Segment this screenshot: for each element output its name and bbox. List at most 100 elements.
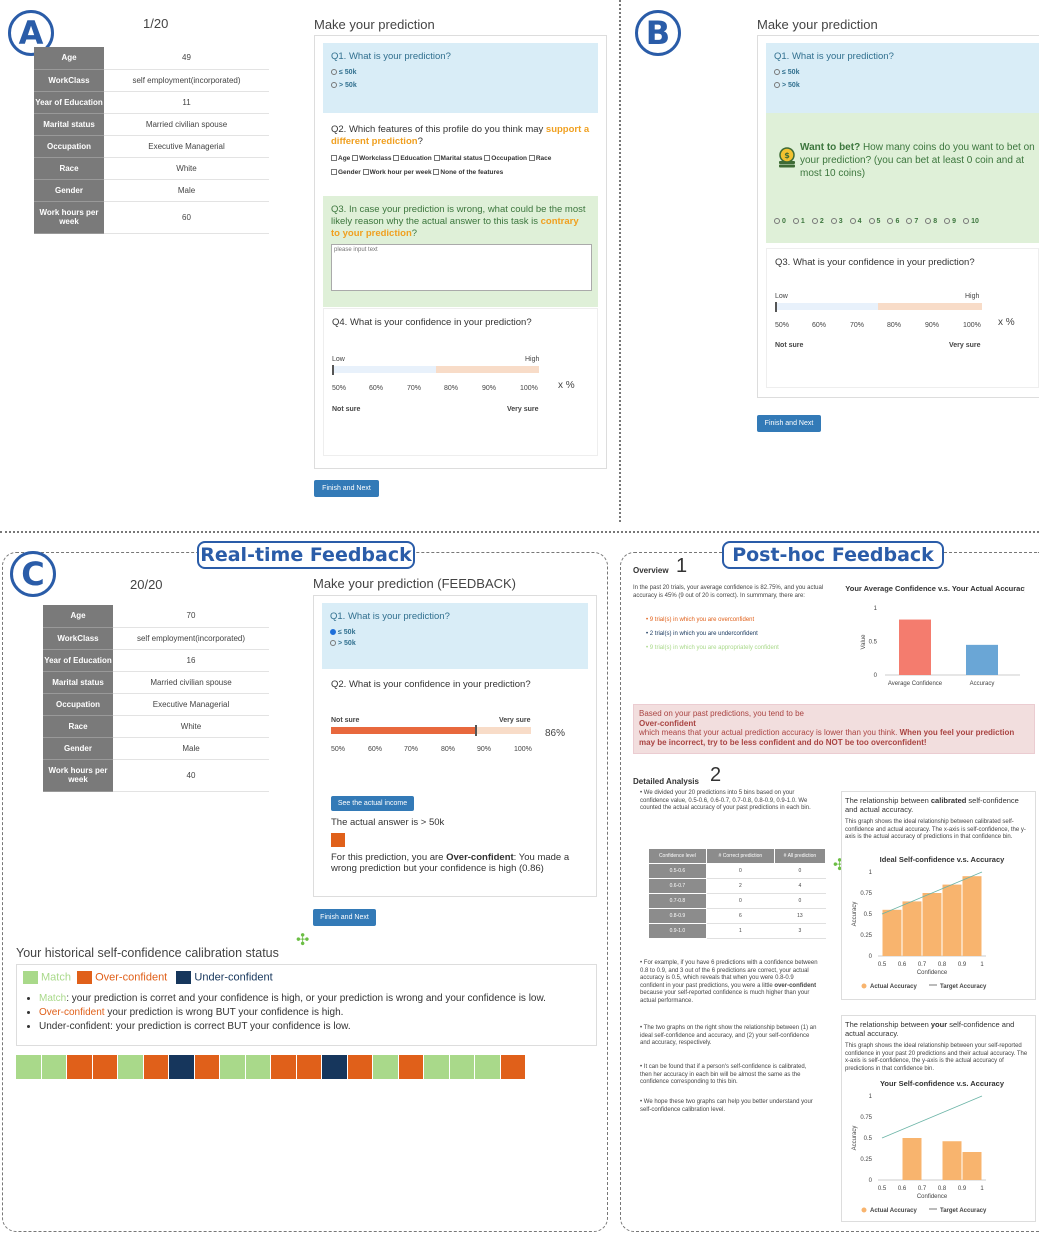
coin-option[interactable]: 8 <box>925 218 937 225</box>
slider-track-low[interactable] <box>332 366 436 373</box>
history-square <box>500 1055 525 1079</box>
coin-option[interactable]: 3 <box>830 218 843 225</box>
feature-checkbox[interactable]: Age <box>331 155 352 162</box>
calibration-alert: Based on your past predictions, you tend… <box>633 704 1035 754</box>
profile-row: Age 49 <box>34 47 269 70</box>
coin-option[interactable]: 6 <box>887 218 899 225</box>
history-squares <box>16 1055 525 1079</box>
x-tick-label: 0.8 <box>938 1186 947 1192</box>
profile-key: Occupation <box>43 693 113 716</box>
slider-track-high[interactable] <box>878 303 982 310</box>
legend-label: Actual Accuracy <box>870 984 917 990</box>
x-tick-label: Accuracy <box>970 681 995 687</box>
page-title: Make your prediction (FEEDBACK) <box>313 576 517 591</box>
profile-value: self employment(incorporated) <box>113 627 269 650</box>
option-le-50k[interactable]: ≤ 50k <box>331 69 590 76</box>
very-sure-label: Very sure <box>507 406 539 413</box>
overview-text: In the past 20 trials, your average conf… <box>633 585 824 599</box>
coin-option[interactable]: 1 <box>792 218 805 225</box>
section-number-2: 2 <box>710 764 722 786</box>
see-actual-income-button[interactable]: See the actual income <box>331 796 414 811</box>
profile-key: Year of Education <box>34 91 104 114</box>
option-gt-50k[interactable]: > 50k <box>774 82 1031 89</box>
q3-text: Q3. In case your prediction is wrong, wh… <box>331 204 586 239</box>
coin-option[interactable]: 0 <box>774 218 786 225</box>
svg-text:$: $ <box>784 151 790 160</box>
finish-next-button[interactable]: Finish and Next <box>313 909 376 926</box>
profile-table: Age 49 WorkClass self employment(incorporat… <box>34 47 269 234</box>
y-tick-label: 0.25 <box>860 933 872 939</box>
feature-checkbox[interactable]: Work hour per week <box>362 169 434 176</box>
coin-option[interactable]: 2 <box>811 218 824 225</box>
profile-value: 70 <box>113 605 269 628</box>
history-explanations: Match: your prediction is corret and you… <box>35 992 546 1034</box>
calibration-table: Confidence level # Correct prediction # Al… <box>648 848 827 939</box>
option-le-50k[interactable]: ≤ 50k <box>330 629 580 636</box>
slider-handle[interactable] <box>332 365 334 375</box>
profile-key: WorkClass <box>34 69 104 92</box>
option-gt-50k[interactable]: > 50k <box>330 640 580 647</box>
y-tick-label: 0 <box>874 673 878 679</box>
x-tick-label: 1 <box>980 1186 984 1192</box>
y-tick-label: 1 <box>874 606 878 612</box>
option-le-50k[interactable]: ≤ 50k <box>774 69 1031 76</box>
option-gt-50k[interactable]: > 50k <box>331 82 590 89</box>
profile-value: Male <box>113 737 269 760</box>
feature-checkbox[interactable]: Education <box>393 155 433 162</box>
coin-option[interactable]: 9 <box>944 218 956 225</box>
finish-next-button[interactable]: Finish and Next <box>314 480 379 497</box>
profile-row: Gender Male <box>34 179 269 202</box>
feature-checkbox[interactable]: Workclass <box>352 155 393 162</box>
coin-option[interactable]: 10 <box>963 218 979 225</box>
table-cell: 0.9-1.0 <box>648 923 707 939</box>
history-square <box>347 1055 372 1079</box>
history-square <box>169 1055 194 1079</box>
detail-paragraph-1: • We divided your 20 predictions into 5 … <box>640 790 811 811</box>
coin-option[interactable]: 4 <box>849 218 862 225</box>
vertical-separator <box>619 0 621 522</box>
table-header: # Correct prediction <box>705 848 775 864</box>
history-legend-box: Match Over-confident Under-confident Mat… <box>16 964 597 1046</box>
profile-row: Marital status Married civilian spouse <box>34 113 269 136</box>
result-text: For this prediction, you are Over-confid… <box>331 852 570 874</box>
section-number-1: 1 <box>676 555 688 577</box>
table-row: 0.5-0.6 0 0 <box>648 863 827 879</box>
feature-checkbox[interactable]: Marital status <box>433 155 485 162</box>
x-tick-label: 0.8 <box>938 962 947 968</box>
history-square <box>220 1055 245 1079</box>
your-chart-card: The relationship between your self-confi… <box>841 1015 1036 1222</box>
coin-options: 0 1 2 3 4 5 6 7 8 9 10 <box>774 218 986 225</box>
profile-value: 40 <box>113 759 269 792</box>
not-sure-label: Not sure <box>331 717 360 724</box>
coin-option[interactable]: 7 <box>906 218 918 225</box>
slider-track-high[interactable] <box>436 366 539 373</box>
profile-row: Gender Male <box>43 737 269 760</box>
table-row: 0.6-0.7 2 4 <box>648 878 827 894</box>
chart-title: Ideal Self-confidence v.s. Accuracy <box>880 855 1005 864</box>
very-sure-label: Very sure <box>499 717 531 724</box>
profile-table: Age 70 WorkClass self employment(incorporat… <box>43 605 269 792</box>
feature-checkbox[interactable]: None of the features <box>433 169 503 176</box>
finish-next-button[interactable]: Finish and Next <box>757 415 821 432</box>
high-label: High <box>965 293 980 300</box>
coin-icon: $ <box>776 147 798 169</box>
table-cell: 4 <box>773 878 827 894</box>
slider-track-low[interactable] <box>775 303 878 310</box>
profile-value: Executive Managerial <box>113 693 269 716</box>
feature-checkbox[interactable]: Race <box>528 155 551 162</box>
history-square <box>475 1055 500 1079</box>
coin-option[interactable]: 5 <box>868 218 880 225</box>
reason-textarea[interactable] <box>331 244 592 291</box>
y-tick-label: 0 <box>869 954 873 960</box>
profile-value: Married civilian spouse <box>104 113 269 136</box>
legend-marker <box>861 983 867 989</box>
realtime-feedback-title: Real-time Feedback <box>197 541 415 569</box>
table-header: Confidence level <box>648 848 707 864</box>
profile-value: 16 <box>113 649 269 672</box>
slider-handle[interactable] <box>775 302 777 312</box>
feature-checkbox[interactable]: Gender <box>331 169 363 176</box>
q1-text: Q1. What is your prediction? <box>774 51 894 62</box>
legend-marker <box>861 1207 867 1213</box>
x-tick-label: 0.6 <box>898 962 907 968</box>
feature-checkbox[interactable]: Occupation <box>484 155 529 162</box>
